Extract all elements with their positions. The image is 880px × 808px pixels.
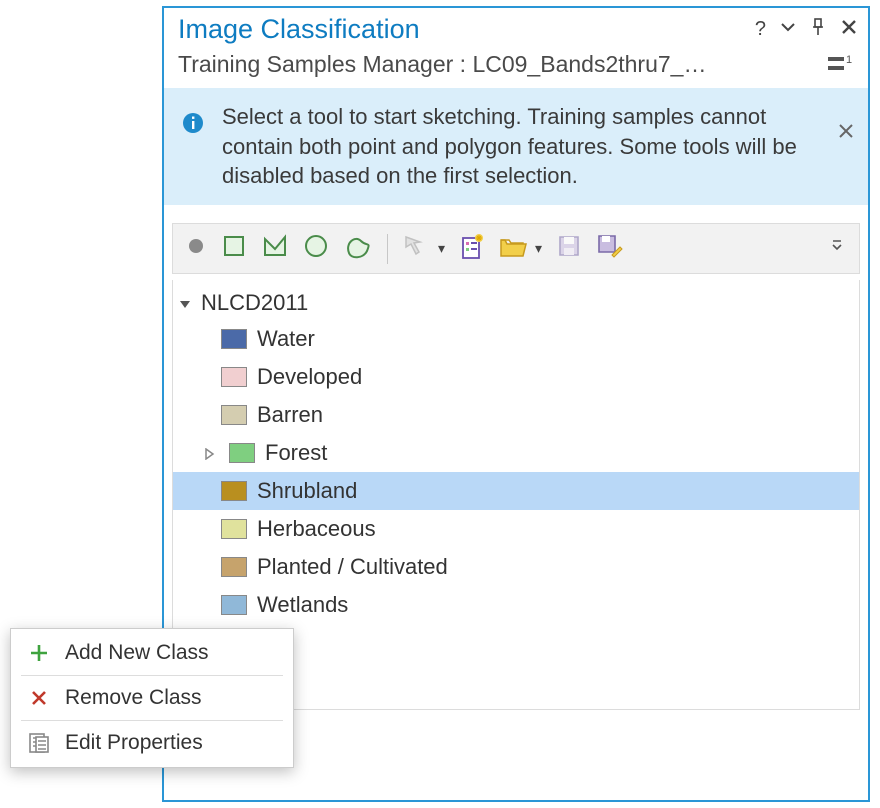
toolbar-separator: [387, 234, 388, 264]
select-tool-dropdown-icon[interactable]: ▾: [438, 240, 445, 257]
class-swatch: [229, 443, 255, 463]
rectangle-tool-icon[interactable]: [221, 233, 247, 264]
info-close-icon[interactable]: [838, 102, 854, 145]
panel-titlebar: Image Classification ?: [164, 8, 868, 47]
ctx-remove-class[interactable]: Remove Class: [11, 676, 293, 720]
plus-icon: [27, 641, 51, 665]
tree-item[interactable]: Barren: [173, 396, 859, 434]
ctx-edit-label: Edit Properties: [65, 731, 203, 755]
panel-subtitlebar: Training Samples Manager : LC09_Bands2th…: [164, 47, 868, 88]
tree-item-label: Shrubland: [255, 478, 359, 504]
save-edits-icon[interactable]: [596, 233, 624, 264]
tree-item[interactable]: Wetlands: [173, 586, 859, 624]
tree-item-label: Planted / Cultivated: [255, 554, 450, 580]
class-swatch: [221, 405, 247, 425]
tree-item-label: Forest: [263, 440, 329, 466]
tree-expand-icon[interactable]: [203, 440, 221, 466]
ctx-add-label: Add New Class: [65, 641, 209, 665]
pin-icon[interactable]: [810, 18, 826, 42]
tree-item[interactable]: Water: [173, 320, 859, 358]
circle-tool-icon[interactable]: [303, 233, 329, 264]
tree-item[interactable]: Herbaceous: [173, 510, 859, 548]
properties-icon: [27, 731, 51, 755]
tree-item-label: Herbaceous: [255, 516, 378, 542]
tree-item[interactable]: Planted / Cultivated: [173, 548, 859, 586]
class-context-menu: Add New Class Remove Class Edit Properti…: [10, 628, 294, 768]
ctx-remove-label: Remove Class: [65, 686, 202, 710]
tree-root-item[interactable]: NLCD2011: [173, 286, 859, 320]
freehand-tool-icon[interactable]: [343, 233, 373, 264]
class-swatch: [221, 481, 247, 501]
info-text: Select a tool to start sketching. Traini…: [222, 102, 824, 191]
ctx-add-new-class[interactable]: Add New Class: [11, 631, 293, 675]
info-icon: [178, 102, 208, 140]
save-icon[interactable]: [556, 233, 582, 264]
x-icon: [27, 686, 51, 710]
schema-tool-icon[interactable]: [459, 232, 485, 265]
tree-item-label: Wetlands: [255, 592, 350, 618]
class-swatch: [221, 595, 247, 615]
class-swatch: [221, 557, 247, 577]
collapse-icon[interactable]: [780, 18, 796, 41]
tree-item[interactable]: Forest: [173, 434, 859, 472]
polygon-tool-icon[interactable]: [261, 233, 289, 264]
open-folder-dropdown-icon[interactable]: ▾: [535, 240, 542, 257]
toolbar-overflow-icon[interactable]: [831, 237, 847, 260]
tree-item-label: Water: [255, 326, 317, 352]
tree-root-label: NLCD2011: [201, 290, 308, 316]
point-tool-icon[interactable]: [185, 235, 207, 262]
tree-collapse-icon[interactable]: [179, 290, 195, 316]
panel-subtitle: Training Samples Manager : LC09_Bands2th…: [178, 51, 826, 78]
select-tool-icon[interactable]: [402, 233, 430, 264]
panel-title-actions: ?: [755, 18, 858, 42]
ctx-edit-properties[interactable]: Edit Properties: [11, 721, 293, 765]
sketch-toolbar: ▾ ▾: [172, 223, 860, 274]
options-icon[interactable]: 1: [826, 54, 854, 76]
tree-item[interactable]: Shrubland: [173, 472, 859, 510]
panel-title: Image Classification: [178, 14, 755, 45]
class-swatch: [221, 367, 247, 387]
svg-text:1: 1: [846, 54, 852, 66]
tree-item[interactable]: Developed: [173, 358, 859, 396]
tree-item-label: Barren: [255, 402, 325, 428]
open-folder-icon[interactable]: [499, 234, 527, 263]
class-swatch: [221, 329, 247, 349]
class-swatch: [221, 519, 247, 539]
help-icon[interactable]: ?: [755, 18, 766, 41]
close-icon[interactable]: [840, 18, 858, 42]
info-banner: Select a tool to start sketching. Traini…: [164, 88, 868, 205]
tree-item-label: Developed: [255, 364, 364, 390]
